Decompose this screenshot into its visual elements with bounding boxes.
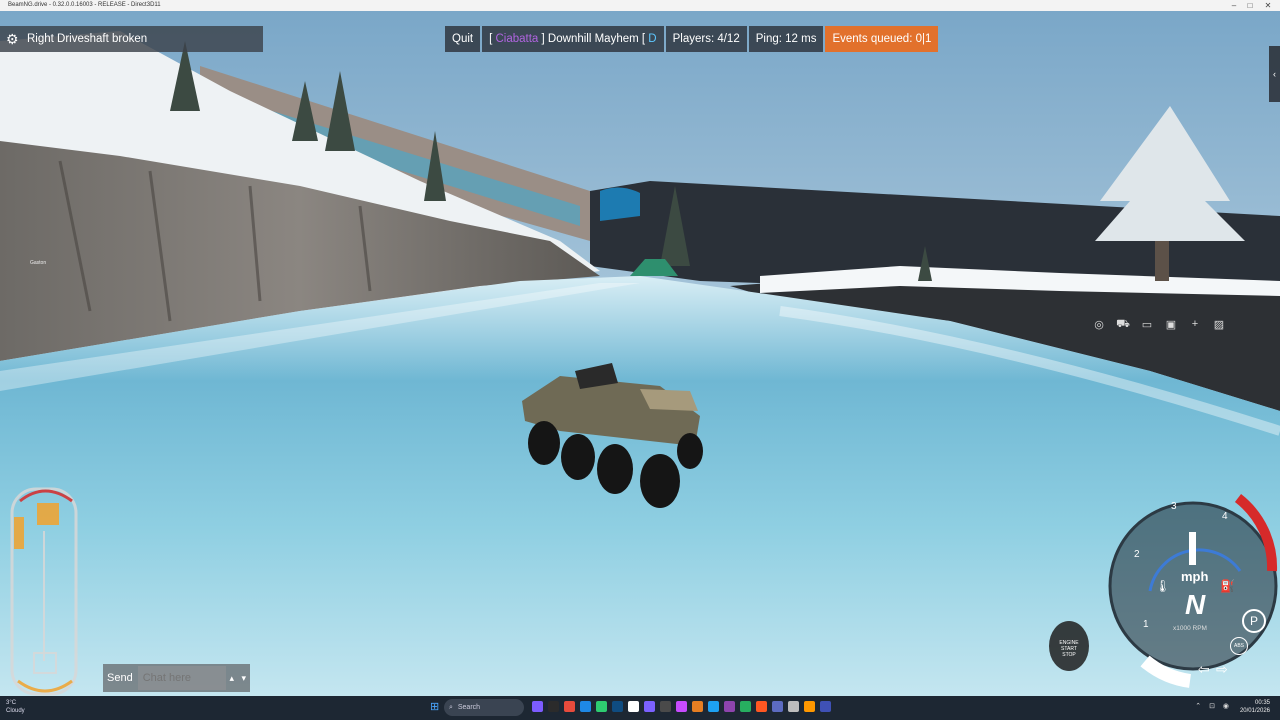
windows-taskbar: 3°C Cloudy ⊞ ⌕ Search ⌃ ⊡ ◉ 00:35 20/01/… <box>0 696 1280 720</box>
notification-text: Right Driveshaft broken <box>27 33 148 45</box>
taskbar-app-icon-3[interactable] <box>580 701 591 712</box>
taskbar-app-icon-16[interactable] <box>788 701 799 712</box>
taskbar-app-icon-5[interactable] <box>612 701 623 712</box>
camera-toolbar: ◎ ⛟ ▭ ▣ + ▨ <box>1092 318 1226 340</box>
engine-start-stop-button[interactable]: ENGINE START STOP <box>1049 621 1089 671</box>
quit-button[interactable]: Quit <box>445 26 481 52</box>
ping-readout: Ping: 12 ms <box>748 26 824 52</box>
taskbar-app-icon-18[interactable] <box>820 701 831 712</box>
taskbar-search[interactable]: ⌕ Search <box>444 699 524 716</box>
server-name: [ Ciabatta ] Downhill Mayhem [ D <box>482 26 664 52</box>
player-nametag: Gaston <box>30 260 47 266</box>
taskbar-app-icon-0[interactable] <box>532 701 543 712</box>
chevron-left-icon: ‹ <box>1273 69 1276 79</box>
system-tray[interactable]: ⌃ ⊡ ◉ <box>1195 702 1232 710</box>
game-scene <box>0 11 1280 696</box>
taskbar-app-icon-14[interactable] <box>756 701 767 712</box>
taskbar-app-icon-6[interactable] <box>628 701 639 712</box>
minimize-button[interactable]: – <box>1228 0 1240 11</box>
target-icon[interactable]: ◎ <box>1092 318 1106 340</box>
search-icon: ⌕ <box>449 704 453 711</box>
taskbar-clock[interactable]: 00:35 20/01/2026 <box>1240 699 1270 715</box>
taskbar-app-icon-10[interactable] <box>692 701 703 712</box>
taskbar-app-icon-2[interactable] <box>564 701 575 712</box>
chat-input[interactable] <box>137 666 226 690</box>
taskbar-app-icon-15[interactable] <box>772 701 783 712</box>
window-titlebar: BeamNG.drive - 0.32.0.0.16003 - RELEASE … <box>0 0 1280 11</box>
car-icon[interactable]: ⛟ <box>1116 318 1130 340</box>
fuel-icon: ⛽ <box>1220 579 1235 593</box>
window-icon[interactable]: ▣ <box>1164 318 1178 340</box>
gauge-tick-1: 1 <box>1143 619 1149 630</box>
windows-start-icon[interactable]: ⊞ <box>430 701 442 713</box>
speed-unit: mph <box>1181 569 1209 584</box>
taskbar-app-icon-1[interactable] <box>548 701 559 712</box>
chat-scroll-down-icon[interactable]: ▾ <box>238 673 250 684</box>
gauge-tick-2: 2 <box>1134 549 1140 560</box>
game-viewport[interactable]: ⚙ Right Driveshaft broken Quit [ Ciabatt… <box>0 11 1280 696</box>
taskbar-app-icon-9[interactable] <box>676 701 687 712</box>
close-button[interactable]: ✕ <box>1262 0 1274 11</box>
server-tag: Ciabatta <box>495 33 539 45</box>
taskbar-app-icon-13[interactable] <box>740 701 751 712</box>
turn-signal-right-icon[interactable]: ⇨ <box>1216 661 1228 678</box>
photo-icon[interactable]: ▭ <box>1140 318 1154 340</box>
taskbar-app-icon-11[interactable] <box>708 701 719 712</box>
side-panel-toggle[interactable]: ‹ <box>1269 46 1280 102</box>
parking-brake-indicator[interactable]: P <box>1242 609 1266 633</box>
gear-indicator: N <box>1185 589 1206 620</box>
chat-box: Send ▴ ▾ <box>103 664 250 692</box>
taskbar-app-icon-17[interactable] <box>804 701 815 712</box>
weather-widget[interactable]: 3°C Cloudy <box>6 699 25 715</box>
temperature-icon: 🌡 <box>1155 579 1171 593</box>
gauge-tick-3: 3 <box>1171 501 1177 512</box>
chat-scroll-up-icon[interactable]: ▴ <box>226 673 238 684</box>
window-title: BeamNG.drive - 0.32.0.0.16003 - RELEASE … <box>8 2 161 8</box>
taskbar-app-icon-7[interactable] <box>644 701 655 712</box>
rpm-label: x1000 RPM <box>1173 625 1207 632</box>
events-queued[interactable]: Events queued: 0|1 <box>825 26 939 52</box>
plus-icon[interactable]: + <box>1188 318 1202 340</box>
damage-notification: ⚙ Right Driveshaft broken <box>0 26 263 52</box>
maximize-button[interactable]: □ <box>1244 0 1256 11</box>
image-icon[interactable]: ▨ <box>1212 318 1226 340</box>
taskbar-app-icon-12[interactable] <box>724 701 735 712</box>
abs-indicator: ABS <box>1230 637 1248 655</box>
multiplayer-status-bar: Quit [ Ciabatta ] Downhill Mayhem [ D Pl… <box>445 26 940 52</box>
send-button[interactable]: Send <box>103 672 138 684</box>
gear-icon: ⚙ <box>6 31 19 47</box>
taskbar-app-icon-4[interactable] <box>596 701 607 712</box>
taskbar-app-icon-8[interactable] <box>660 701 671 712</box>
players-count: Players: 4/12 <box>665 26 747 52</box>
taskbar-apps <box>532 701 831 712</box>
gauge-tick-4: 4 <box>1222 511 1228 522</box>
turn-signal-left-icon[interactable]: ⇦ <box>1198 661 1210 678</box>
